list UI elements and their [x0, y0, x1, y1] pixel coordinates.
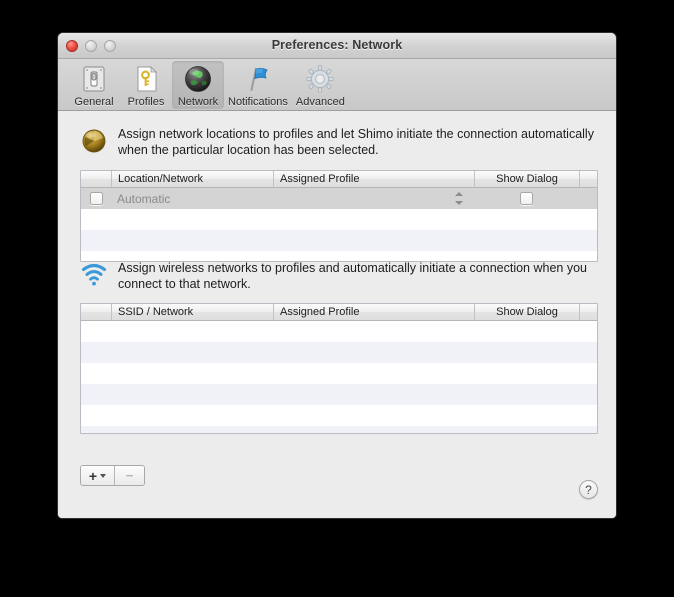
toolbar-label-profiles: Profiles [127, 96, 165, 108]
section-wireless: Assign wireless networks to profiles and… [58, 259, 616, 434]
locations-row-checkbox-cell [81, 188, 111, 209]
wireless-table-body [81, 321, 597, 433]
toolbar-item-advanced[interactable]: Advanced [292, 61, 349, 109]
wireless-col-profile[interactable]: Assigned Profile [273, 304, 474, 320]
preferences-content: Assign network locations to profiles and… [58, 111, 616, 518]
window-title: Preferences: Network [271, 38, 403, 52]
preferences-window: Preferences: Network General Profiles Ne… [57, 32, 617, 519]
add-button-label: + [88, 467, 98, 484]
window-titlebar[interactable]: Preferences: Network [58, 33, 616, 59]
wireless-description-row: Assign wireless networks to profiles and… [58, 259, 616, 292]
toolbar-label-general: General [74, 96, 114, 108]
locations-table-header: Location/Network Assigned Profile Show D… [81, 171, 597, 188]
table-row[interactable] [81, 209, 597, 230]
locations-row-profile-cell[interactable] [273, 188, 474, 209]
toolbar-label-network: Network [177, 96, 219, 108]
locations-col-dialog[interactable]: Show Dialog [474, 171, 579, 187]
locations-table[interactable]: Location/Network Assigned Profile Show D… [80, 170, 598, 262]
table-row[interactable] [81, 405, 597, 426]
locations-row-pad-cell [579, 188, 597, 209]
section-locations: Assign network locations to profiles and… [58, 125, 616, 262]
locations-description-row: Assign network locations to profiles and… [58, 125, 616, 158]
toolbar-item-network[interactable]: Network [172, 61, 224, 109]
wireless-col-dialog[interactable]: Show Dialog [474, 304, 579, 320]
toolbar-item-general[interactable]: General [68, 61, 120, 109]
table-row[interactable] [81, 363, 597, 384]
document-key-icon [130, 63, 162, 95]
locations-row-dialog-cell [474, 188, 579, 209]
flag-icon [242, 63, 274, 95]
wireless-col-check[interactable] [81, 304, 111, 320]
locations-col-profile[interactable]: Assigned Profile [273, 171, 474, 187]
add-button[interactable]: + [81, 466, 114, 485]
remove-button-label: − [125, 468, 134, 483]
table-row[interactable] [81, 384, 597, 405]
table-row[interactable] [81, 426, 597, 433]
gear-icon [304, 63, 336, 95]
help-button-label: ? [585, 482, 592, 497]
table-row[interactable] [81, 230, 597, 251]
bottom-bar: + − ? [58, 459, 616, 518]
locations-table-body: Automatic [81, 188, 597, 261]
wireless-description: Assign wireless networks to profiles and… [118, 261, 587, 291]
globe-icon [182, 63, 214, 95]
toolbar-label-advanced: Advanced [295, 96, 345, 108]
locations-row-name-cell: Automatic [111, 188, 273, 209]
help-button[interactable]: ? [579, 480, 598, 499]
table-row[interactable] [81, 321, 597, 342]
remove-button[interactable]: − [114, 466, 144, 485]
light-switch-icon [78, 63, 110, 95]
toolbar-item-profiles[interactable]: Profiles [120, 61, 172, 109]
wireless-col-pad [579, 304, 597, 320]
toolbar-item-notifications[interactable]: Notifications [224, 61, 292, 109]
screen: Preferences: Network General Profiles Ne… [0, 0, 674, 597]
table-row[interactable] [81, 342, 597, 363]
row-enable-checkbox[interactable] [90, 192, 103, 205]
locations-description: Assign network locations to profiles and… [118, 127, 594, 157]
chevron-updown-icon[interactable] [455, 191, 464, 206]
row-show-dialog-checkbox[interactable] [520, 192, 533, 205]
locations-row-name: Automatic [117, 191, 171, 206]
locations-col-check[interactable] [81, 171, 111, 187]
preferences-toolbar: General Profiles Network Notifications A… [58, 59, 616, 111]
gold-globe-icon [80, 127, 108, 155]
toolbar-label-notifications: Notifications [228, 96, 288, 108]
locations-col-pad [579, 171, 597, 187]
wireless-table-header: SSID / Network Assigned Profile Show Dia… [81, 304, 597, 321]
wireless-col-ssid[interactable]: SSID / Network [111, 304, 273, 320]
locations-col-name[interactable]: Location/Network [111, 171, 273, 187]
chevron-down-icon[interactable] [100, 473, 107, 478]
add-remove-segmented-control: + − [80, 465, 145, 486]
wireless-table[interactable]: SSID / Network Assigned Profile Show Dia… [80, 303, 598, 434]
wifi-icon [80, 261, 108, 289]
table-row[interactable]: Automatic [81, 188, 597, 209]
